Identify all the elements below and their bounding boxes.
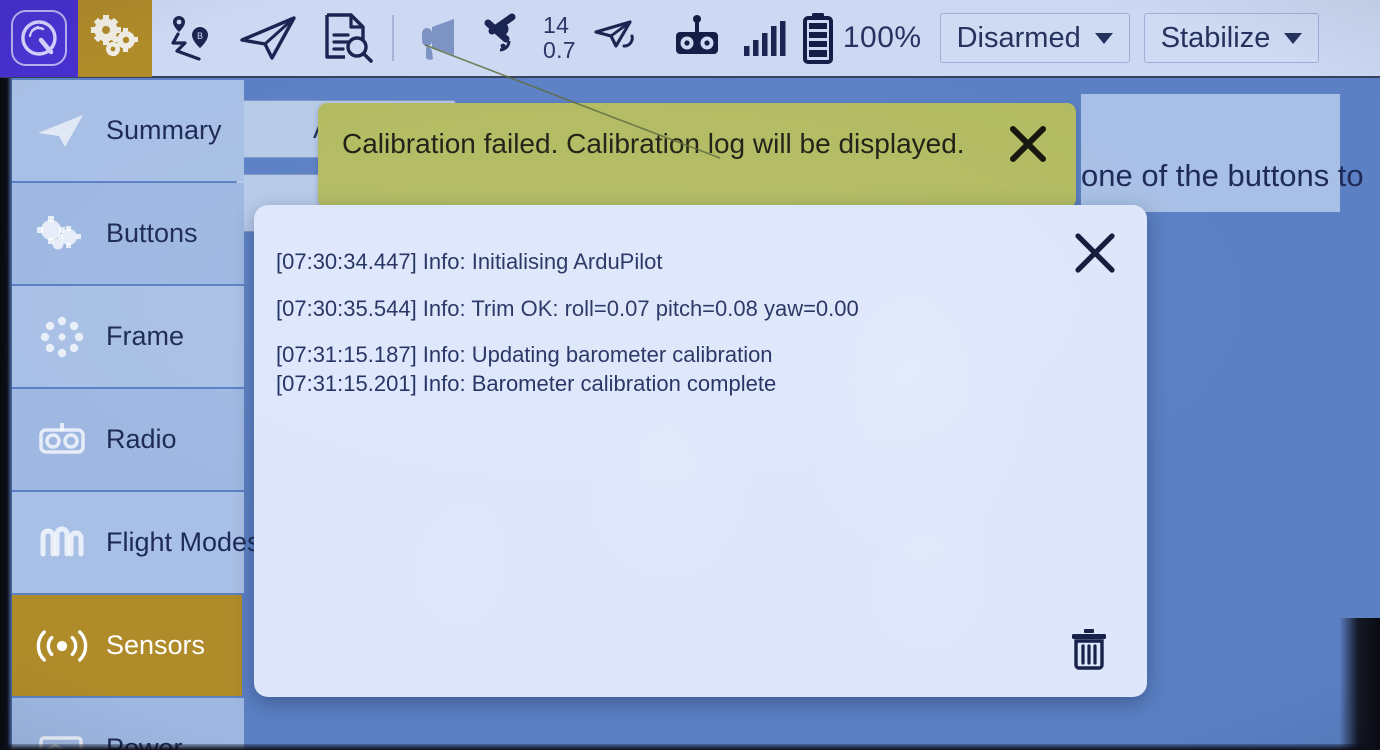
gps-satellite-count: 14 <box>543 12 570 38</box>
toolbar-divider <box>392 15 394 61</box>
qgroundcontrol-logo-icon[interactable] <box>0 0 78 77</box>
device-bezel-right <box>1340 618 1380 750</box>
banner-message: Calibration failed. Calibration log will… <box>342 128 965 159</box>
signal-bars-icon <box>736 0 796 77</box>
sidebar-item-frame[interactable]: Frame <box>12 286 244 387</box>
log-entry: [07:30:35.544] Info: Trim OK: roll=0.07 … <box>276 295 859 321</box>
sidebar-item-label: Radio <box>106 424 177 454</box>
battery-status[interactable]: 100% <box>796 0 926 77</box>
sliders-icon <box>34 520 90 566</box>
setup-sidebar: Summary Buttons Frame Radio Flight Modes… <box>12 80 261 750</box>
sidebar-item-power[interactable]: Power <box>12 698 244 750</box>
instructions-panel <box>1081 94 1340 212</box>
sidebar-item-flight-modes[interactable]: Flight Modes <box>12 492 261 593</box>
log-entry: [07:31:15.201] Info: Barometer calibrati… <box>276 370 777 396</box>
calibration-log-list[interactable]: [07:30:34.447] Info: Initialising ArduPi… <box>276 249 1057 397</box>
trash-icon <box>1072 629 1106 670</box>
vehicle-link-icon[interactable] <box>580 0 658 77</box>
sidebar-item-radio[interactable]: Radio <box>12 389 244 490</box>
instructions-text: one of the buttons to <box>1081 158 1364 193</box>
rc-controller-icon <box>34 417 90 463</box>
sidebar-item-summary[interactable]: Summary <box>12 80 244 181</box>
banner-close-button[interactable] <box>980 103 1076 208</box>
rc-controller-icon[interactable] <box>658 0 736 77</box>
megaphone-icon[interactable] <box>400 0 478 77</box>
close-icon <box>1010 126 1046 162</box>
arm-state-dropdown[interactable]: Disarmed <box>939 13 1130 63</box>
flight-mode-dropdown[interactable]: Stabilize <box>1143 13 1320 63</box>
sidebar-item-label: Sensors <box>106 630 206 660</box>
gears-icon[interactable] <box>78 0 152 77</box>
clear-log-button[interactable] <box>1063 623 1115 675</box>
log-dialog-close-button[interactable] <box>1063 221 1127 285</box>
close-icon <box>1075 233 1115 273</box>
sidebar-item-label: Summary <box>106 115 222 145</box>
gps-status[interactable]: 14 0.7 <box>478 0 580 77</box>
battery-icon <box>802 13 833 64</box>
top-toolbar: B 14 0.7 100% Disarmed Stabilize <box>0 0 1380 78</box>
gears-icon <box>34 211 90 257</box>
sidebar-item-buttons[interactable]: Buttons <box>12 183 244 284</box>
calibration-failed-banner: Calibration failed. Calibration log will… <box>318 103 1076 208</box>
sidebar-item-label: Flight Modes <box>106 527 261 557</box>
gps-hdop-value: 0.7 <box>543 37 576 63</box>
battery-percentage: 100% <box>842 21 922 54</box>
sensor-waves-icon <box>34 623 90 669</box>
sidebar-item-label: Buttons <box>106 218 198 248</box>
log-entry: [07:31:15.187] Info: Updating barometer … <box>276 342 773 368</box>
satellite-icon <box>484 13 516 52</box>
waypoints-plan-icon[interactable]: B <box>152 0 230 77</box>
log-entry: [07:30:34.447] Info: Initialising ArduPi… <box>276 249 663 274</box>
arm-state-label: Disarmed <box>956 21 1081 54</box>
device-bezel-bottom <box>0 744 1380 750</box>
flight-mode-label: Stabilize <box>1160 21 1271 54</box>
chevron-down-icon <box>1284 32 1303 44</box>
paper-plane-fly-icon[interactable] <box>230 0 308 77</box>
chevron-down-icon <box>1094 32 1113 44</box>
app-screen: B 14 0.7 100% Disarmed Stabilize one of … <box>0 0 1380 750</box>
device-bezel-left <box>0 78 12 750</box>
svg-text:B: B <box>197 31 203 41</box>
sidebar-item-sensors[interactable]: Sensors <box>12 595 242 696</box>
sidebar-item-label: Frame <box>106 321 185 351</box>
propeller-ring-icon <box>34 314 90 360</box>
calibration-log-dialog: [07:30:34.447] Info: Initialising ArduPi… <box>254 205 1147 697</box>
document-search-analyze-icon[interactable] <box>308 0 386 77</box>
paper-plane-icon <box>34 108 90 154</box>
